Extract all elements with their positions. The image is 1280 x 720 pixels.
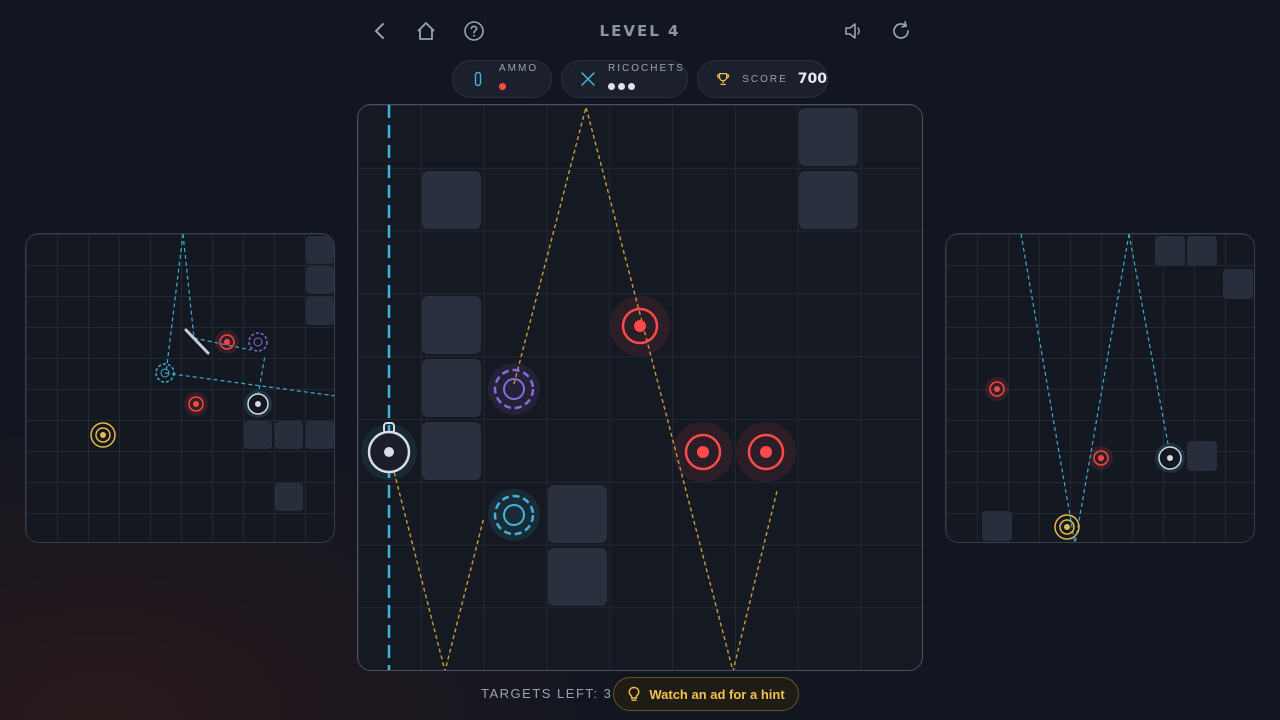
block [799, 171, 858, 229]
target-core [994, 386, 1000, 392]
ammo-dot [499, 83, 506, 90]
block [422, 422, 481, 480]
laser-path [182, 234, 195, 339]
goal-core [100, 432, 106, 438]
main-scene [361, 105, 858, 670]
block [244, 421, 272, 449]
block [275, 483, 303, 511]
back-icon [375, 23, 384, 39]
block [1155, 236, 1185, 266]
goal-core [1064, 524, 1070, 530]
trophy-icon [716, 73, 730, 85]
shooter-core [384, 447, 394, 457]
hint-button-label: Watch an ad for a hint [649, 686, 785, 702]
shooter-core [255, 401, 261, 407]
ricochet-icon [581, 72, 595, 86]
portal-purple-core [253, 337, 263, 347]
block [799, 108, 858, 166]
block [548, 548, 607, 606]
block [275, 421, 303, 449]
sound-button[interactable] [840, 18, 866, 44]
home-icon [417, 22, 435, 40]
preview-scene-left [90, 234, 334, 511]
score-label: SCORE [742, 73, 788, 85]
target-core [760, 446, 772, 458]
ricochets-pill: RICOCHETS [561, 60, 688, 98]
target-core [697, 446, 709, 458]
back-button[interactable] [367, 18, 393, 44]
block [306, 297, 334, 325]
block [306, 266, 334, 294]
help-icon [464, 21, 484, 41]
preview-scene-right [982, 234, 1253, 542]
target-core [634, 320, 646, 332]
target-core [224, 339, 230, 345]
ricochet-dots [608, 77, 685, 95]
block [422, 296, 481, 354]
ricochet-dot [608, 83, 615, 90]
sound-icon [845, 23, 860, 39]
portal-purple [248, 332, 268, 352]
lightbulb-icon [628, 686, 640, 701]
ammo-label: AMMO [499, 63, 539, 74]
shooter-core [1167, 455, 1173, 461]
home-button[interactable] [413, 18, 439, 44]
block [982, 511, 1012, 541]
block [422, 171, 481, 229]
targets-left: TARGETS LEFT: 3 [481, 686, 613, 701]
block [1223, 269, 1253, 299]
score-value: 700 [797, 71, 827, 87]
block [306, 421, 334, 449]
bullet-icon [474, 71, 482, 87]
restart-button[interactable] [888, 18, 914, 44]
preview-board-right[interactable] [945, 233, 1255, 543]
main-board[interactable] [357, 104, 923, 671]
block [422, 359, 481, 417]
help-button[interactable] [461, 18, 487, 44]
target-core [1098, 455, 1104, 461]
laser-path [1074, 234, 1130, 542]
ricochet-dot [618, 83, 625, 90]
laser-path [165, 234, 184, 374]
watch-ad-hint-button[interactable]: Watch an ad for a hint [613, 677, 799, 711]
ammo-dots [499, 77, 538, 95]
mirror [184, 328, 210, 355]
score-pill: SCORE 700 [697, 60, 828, 98]
target-core [193, 401, 199, 407]
block [548, 485, 607, 543]
preview-board-left[interactable] [25, 233, 335, 543]
laser-path [1020, 234, 1076, 542]
trajectory [388, 451, 485, 670]
restart-icon [893, 21, 909, 39]
ricochets-label: RICOCHETS [608, 63, 685, 74]
block [306, 236, 334, 264]
block [1187, 441, 1217, 471]
ricochet-dot [628, 83, 635, 90]
block [1187, 236, 1217, 266]
laser-path [257, 354, 266, 397]
ammo-pill: AMMO [452, 60, 552, 98]
level-title: LEVEL 4 [599, 22, 681, 40]
